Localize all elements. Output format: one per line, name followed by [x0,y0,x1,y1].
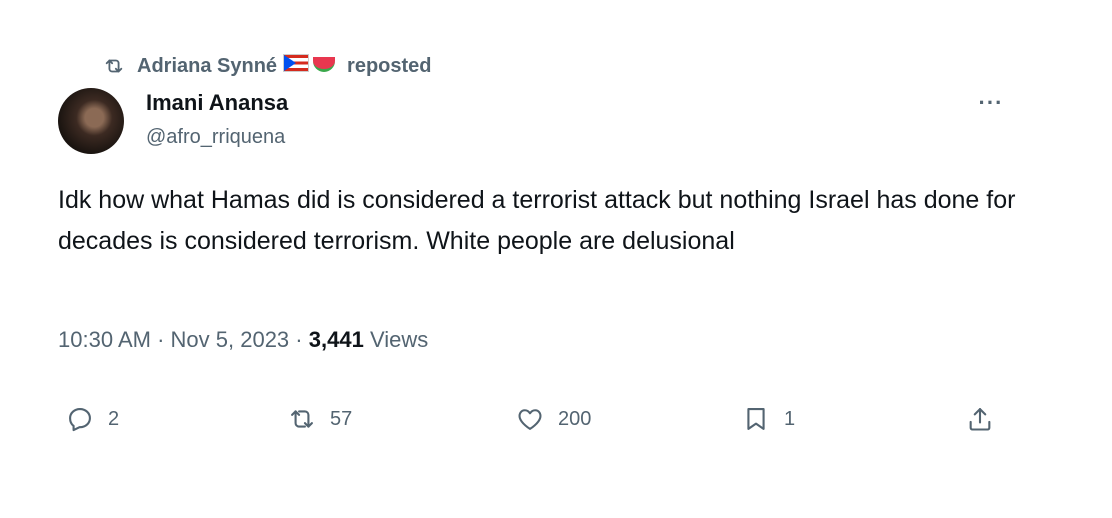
avatar[interactable] [58,88,124,154]
reposted-label: reposted [347,54,432,77]
more-icon: ··· [978,90,1004,115]
repost-button[interactable]: 57 [288,405,352,433]
views-count: 3,441 [308,327,364,352]
puerto-rico-flag-icon [283,54,310,72]
repost-icon [291,410,313,428]
reply-button[interactable]: 2 [66,405,119,433]
share-button[interactable] [966,405,994,433]
action-bar: 2 57 200 1 [0,405,1112,445]
meta-separator: · [295,327,303,352]
repost-icon [105,59,123,73]
meta-separator: · [157,327,165,352]
author-handle[interactable]: @afro_rriquena [146,126,285,149]
reply-icon [69,408,91,432]
repost-count: 57 [330,407,353,430]
tweet-metadata: 10:30 AM · Nov 5, 2023 · 3,441 Views [58,327,428,353]
reply-count: 2 [108,407,120,430]
views-label: Views [369,327,429,352]
bookmark-button[interactable]: 1 [742,405,795,433]
watermelon-icon [313,57,336,72]
author-name[interactable]: Imani Anansa [146,90,288,116]
share-icon [969,408,991,431]
reposter-name[interactable]: Adriana Synné [137,55,277,77]
repost-header: Adriana Synné reposted [103,54,432,78]
tweet-text: Idk how what Hamas did is considered a t… [58,186,1016,255]
like-button[interactable]: 200 [516,405,591,433]
bookmark-count: 1 [784,407,796,430]
bookmark-icon [747,408,765,430]
heart-icon [518,409,542,430]
tweet-time[interactable]: 10:30 AM [58,327,151,352]
more-options-button[interactable]: ··· [974,90,1008,115]
tweet-date[interactable]: Nov 5, 2023 [171,327,290,352]
like-count: 200 [558,407,592,430]
